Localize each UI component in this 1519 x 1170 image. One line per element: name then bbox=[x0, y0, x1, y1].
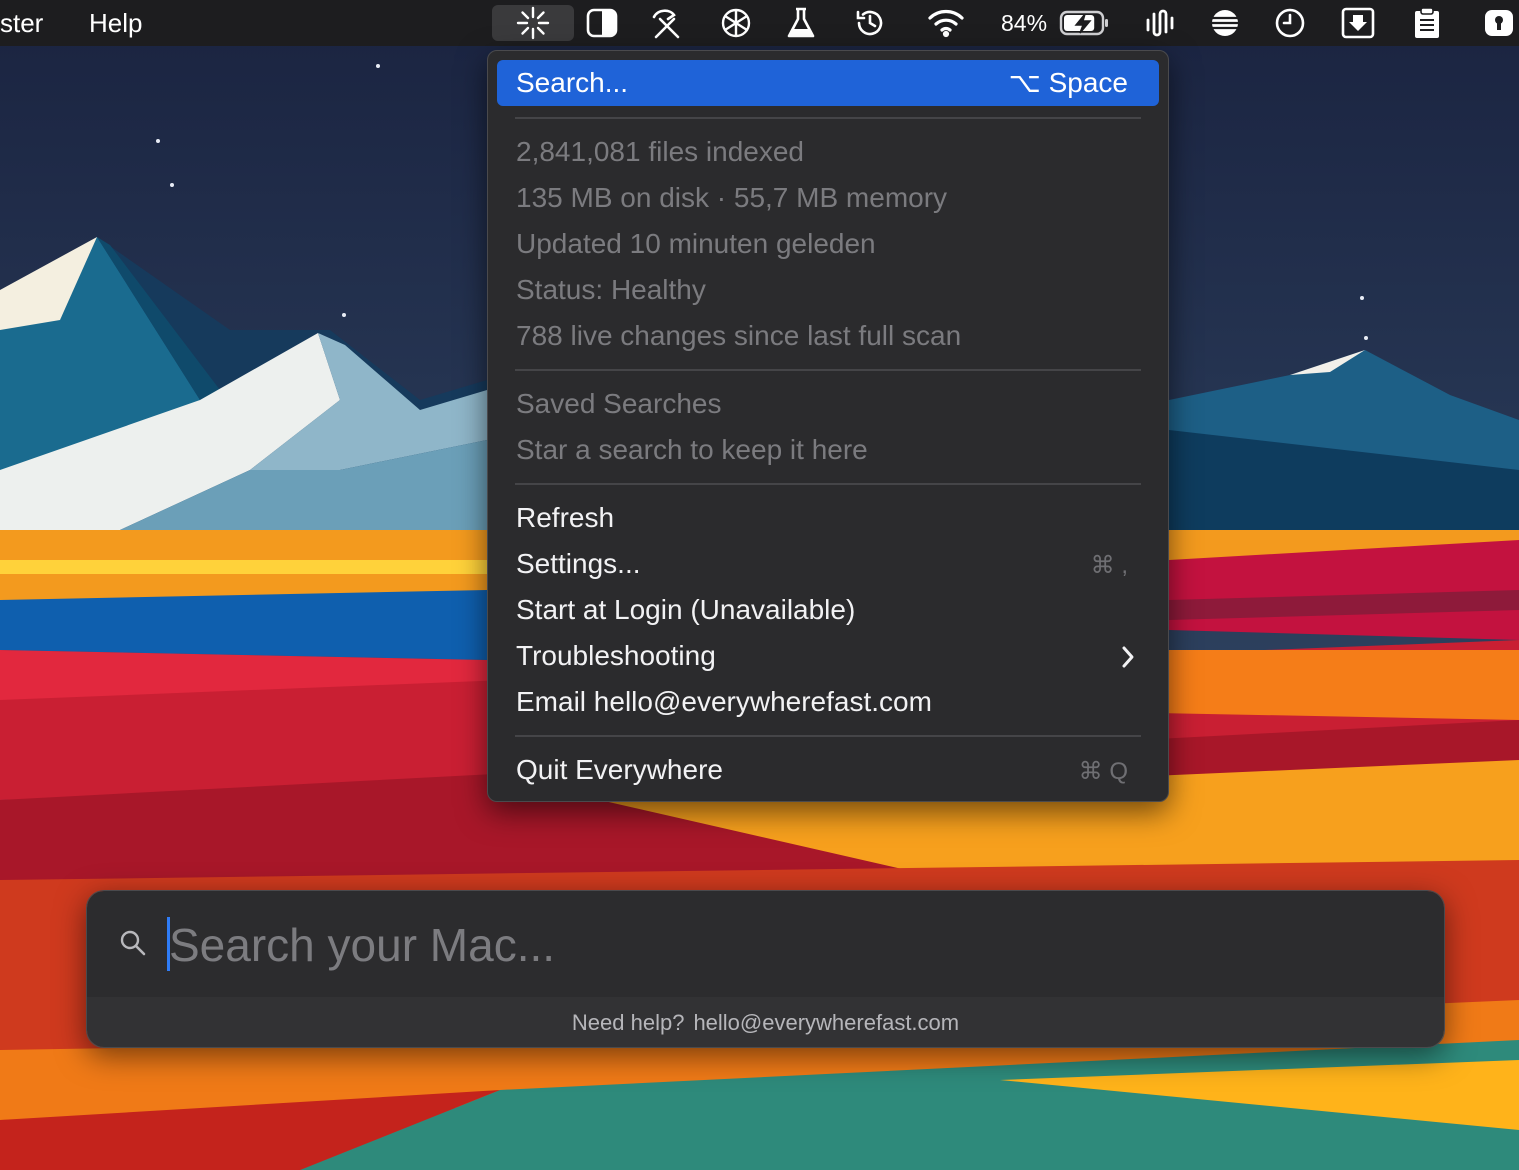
password-icon[interactable] bbox=[1482, 5, 1516, 41]
openai-icon[interactable] bbox=[716, 5, 756, 41]
tools-icon[interactable] bbox=[646, 5, 686, 41]
download-icon[interactable] bbox=[1340, 5, 1376, 41]
search-shortcut: ⌥ Space bbox=[1008, 67, 1128, 98]
troubleshooting-menu-item[interactable]: Troubleshooting bbox=[516, 638, 716, 674]
help-footer: Need help? hello@everywherefast.com bbox=[87, 997, 1444, 1047]
flask-icon[interactable] bbox=[784, 5, 818, 41]
email-menu-item[interactable]: Email hello@everywherefast.com bbox=[516, 684, 932, 720]
saved-searches-hint: Star a search to keep it here bbox=[516, 434, 868, 465]
search-panel: Need help? hello@everywherefast.com bbox=[86, 890, 1445, 1048]
menu-separator bbox=[515, 735, 1141, 737]
status-disk-memory: 135 MB on disk · 55,7 MB memory bbox=[516, 182, 948, 213]
everywhere-sparkle-icon[interactable] bbox=[492, 5, 574, 41]
status-live-changes: 788 live changes since last full scan bbox=[516, 320, 962, 351]
status-updated: Updated 10 minuten geleden bbox=[516, 228, 876, 259]
half-circle-display-icon[interactable] bbox=[584, 5, 620, 41]
search-bar bbox=[87, 891, 1444, 997]
quit-shortcut: ⌘ Q bbox=[1078, 758, 1128, 785]
menu-separator bbox=[515, 483, 1141, 485]
app-menu-item[interactable]: ster bbox=[0, 0, 43, 46]
help-line: Need help? hello@everywherefast.com bbox=[87, 997, 1444, 1047]
help-prefix: Need help? bbox=[571, 1010, 685, 1035]
everywhere-status-menu: Search... ⌥ Space 2,841,081 files indexe… bbox=[487, 50, 1169, 802]
time-machine-icon[interactable] bbox=[852, 5, 888, 41]
menu-bar: ster Help 84% bbox=[0, 0, 1519, 46]
settings-shortcut: ⌘ , bbox=[1090, 552, 1128, 579]
status-health: Status: Healthy bbox=[516, 274, 706, 305]
battery-charging-icon[interactable] bbox=[1058, 5, 1112, 41]
waveform-icon[interactable] bbox=[1143, 5, 1179, 41]
menu-separator bbox=[515, 117, 1141, 119]
search-input[interactable] bbox=[167, 911, 1411, 979]
saved-searches-heading: Saved Searches bbox=[516, 388, 722, 419]
refresh-menu-item[interactable]: Refresh bbox=[516, 500, 614, 536]
settings-menu-item[interactable]: Settings... bbox=[516, 546, 641, 582]
clock-icon[interactable] bbox=[1273, 5, 1307, 41]
text-caret bbox=[167, 917, 170, 971]
status-files-indexed: 2,841,081 files indexed bbox=[516, 136, 804, 167]
start-at-login-menu-item[interactable]: Start at Login (Unavailable) bbox=[516, 592, 855, 628]
search-menu-label: Search... bbox=[516, 67, 629, 98]
stack-icon[interactable] bbox=[1208, 5, 1242, 41]
help-menu[interactable]: Help bbox=[89, 0, 142, 46]
quit-menu-item[interactable]: Quit Everywhere bbox=[516, 752, 723, 788]
clipboard-icon[interactable] bbox=[1410, 5, 1444, 41]
search-icon bbox=[120, 930, 146, 956]
battery-percentage[interactable]: 84% bbox=[1001, 0, 1047, 46]
help-email-link[interactable]: hello@everywherefast.com bbox=[693, 1010, 959, 1035]
menu-separator bbox=[515, 369, 1141, 371]
search-menu-item[interactable]: Search... ⌥ Space bbox=[497, 60, 1159, 106]
chevron-right-icon bbox=[1122, 646, 1134, 668]
wifi-icon[interactable] bbox=[926, 5, 966, 41]
